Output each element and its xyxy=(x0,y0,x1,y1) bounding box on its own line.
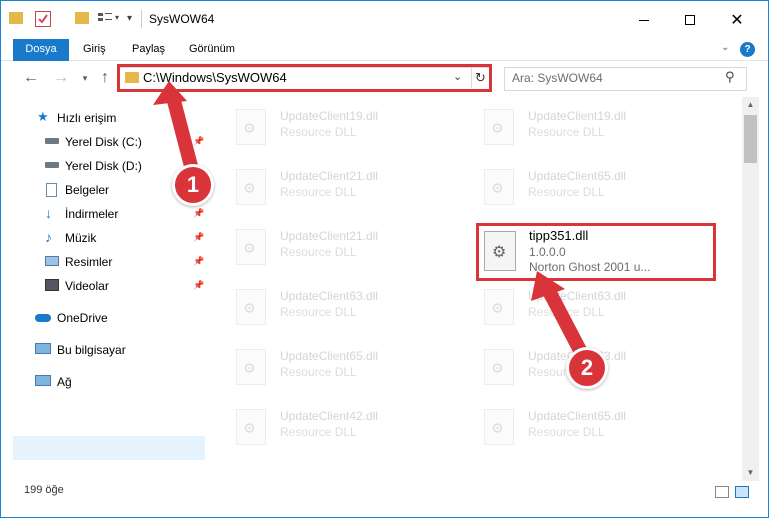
callout-2: 2 xyxy=(566,347,608,389)
explorer-window: ▾ ▾ SysWOW64 ✕ Dosya Giriş Paylaş Görünü… xyxy=(0,0,769,518)
annotation-arrows xyxy=(153,81,590,363)
arrow-2 xyxy=(542,284,590,363)
arrow-1 xyxy=(166,90,198,173)
arrow-1-head xyxy=(153,81,187,105)
callout-1: 1 xyxy=(172,164,214,206)
